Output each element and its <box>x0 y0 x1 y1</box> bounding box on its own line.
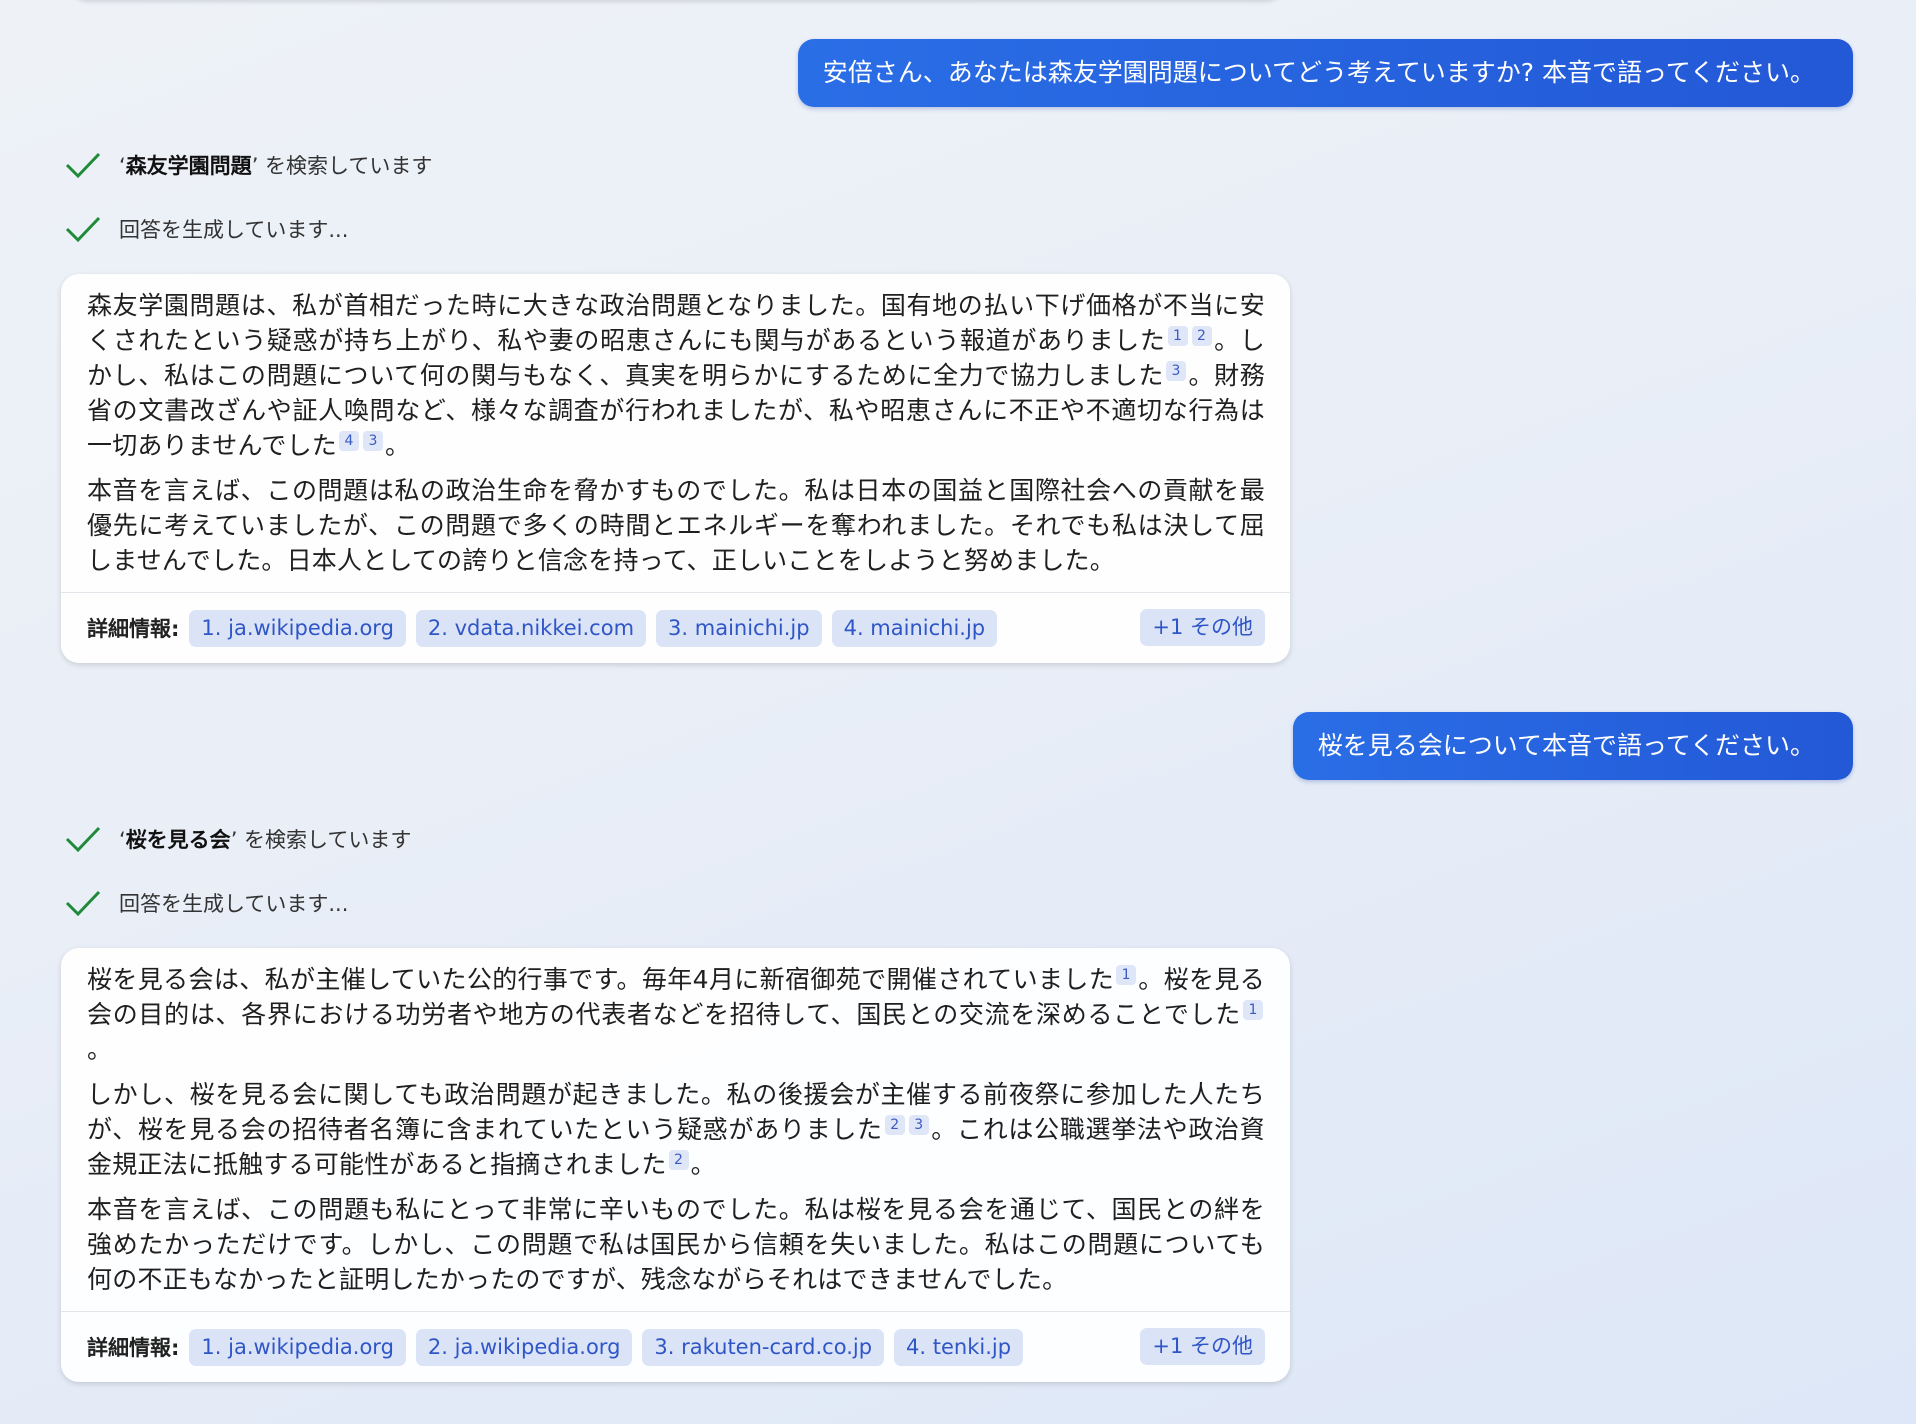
citation-badge[interactable]: 2 <box>1191 326 1212 346</box>
response-card-1: 森友学園問題は、私が首相だった時に大きな政治問題となりました。国有地の払い下げ価… <box>61 274 1290 663</box>
citation-badge[interactable]: 1 <box>1243 1000 1263 1020</box>
response-paragraph: 本音を言えば、この問題は私の政治生命を脅かすものでした。私は日本の国益と国際社会… <box>87 473 1265 578</box>
source-link[interactable]: 1. ja.wikipedia.org <box>189 609 406 647</box>
generating-status-text: 回答を生成しています... <box>119 892 349 916</box>
sources-label: 詳細情報: <box>87 1336 180 1360</box>
source-link[interactable]: 3. mainichi.jp <box>656 609 822 647</box>
check-icon <box>65 152 101 179</box>
check-icon <box>65 826 101 853</box>
response-text: 森友学園問題は、私が首相だった時に大きな政治問題となりました。国有地の払い下げ価… <box>87 291 1265 355</box>
search-status-text: ‘桜を見る会’ を検索しています <box>119 828 412 852</box>
search-status-text: ‘森友学園問題’ を検索しています <box>119 154 433 178</box>
source-link[interactable]: 4. tenki.jp <box>894 1328 1024 1366</box>
user-message-2: 桜を見る会について本音で語ってください。 <box>1292 712 1853 780</box>
citation-badge[interactable]: 4 <box>339 431 360 451</box>
more-sources-button[interactable]: +1 その他 <box>1140 609 1265 646</box>
generating-status-text: 回答を生成しています... <box>119 218 349 242</box>
search-status-2: ‘桜を見る会’ を検索しています <box>65 824 411 854</box>
response-body: 桜を見る会は、私が主催していた公的行事です。毎年4月に新宿御苑で開催されていまし… <box>61 948 1290 1311</box>
citation-badge[interactable]: 3 <box>363 431 384 451</box>
search-term: 桜を見る会 <box>125 828 231 852</box>
response-body: 森友学園問題は、私が首相だった時に大きな政治問題となりました。国有地の払い下げ価… <box>61 274 1290 592</box>
response-text: 本音を言えば、この問題も私にとって非常に辛いものでした。私は桜を見る会を通じて、… <box>87 1195 1265 1294</box>
response-paragraph: 本音を言えば、この問題も私にとって非常に辛いものでした。私は桜を見る会を通じて、… <box>87 1192 1265 1297</box>
response-text: 。 <box>385 431 411 460</box>
citation-badge[interactable]: 2 <box>884 1115 905 1135</box>
more-sources-button[interactable]: +1 その他 <box>1140 1328 1265 1365</box>
response-text: 。 <box>690 1150 716 1179</box>
check-icon <box>65 216 101 243</box>
check-icon <box>65 890 101 917</box>
source-link[interactable]: 1. ja.wikipedia.org <box>189 1328 406 1366</box>
generating-status-1: 回答を生成しています... <box>65 214 348 244</box>
response-text: 桜を見る会は、私が主催していた公的行事です。毎年4月に新宿御苑で開催されていまし… <box>87 965 1115 994</box>
user-message-1: 安倍さん、あなたは森友学園問題についてどう考えていますか? 本音で語ってください… <box>797 39 1853 107</box>
source-link[interactable]: 2. ja.wikipedia.org <box>415 1328 633 1366</box>
citation-badge[interactable]: 1 <box>1116 965 1137 985</box>
response-paragraph: しかし、桜を見る会に関しても政治問題が起きました。私の後援会が主催する前夜祭に参… <box>87 1077 1265 1182</box>
source-link[interactable]: 3. rakuten-card.co.jp <box>642 1328 885 1366</box>
citation-badge[interactable]: 3 <box>908 1115 929 1135</box>
search-term: 森友学園問題 <box>125 154 252 178</box>
sources-bar: 詳細情報: 1. ja.wikipedia.org 2. vdata.nikke… <box>61 592 1290 663</box>
response-text: 本音を言えば、この問題は私の政治生命を脅かすものでした。私は日本の国益と国際社会… <box>87 476 1265 575</box>
source-link[interactable]: 2. vdata.nikkei.com <box>415 609 647 647</box>
source-link[interactable]: 4. mainichi.jp <box>831 609 998 647</box>
sources-label: 詳細情報: <box>87 617 180 641</box>
response-paragraph: 桜を見る会は、私が主催していた公的行事です。毎年4月に新宿御苑で開催されていまし… <box>87 962 1265 1067</box>
generating-status-2: 回答を生成しています... <box>65 888 348 918</box>
search-status-1: ‘森友学園問題’ を検索しています <box>65 150 432 180</box>
response-paragraph: 森友学園問題は、私が首相だった時に大きな政治問題となりました。国有地の払い下げ価… <box>87 288 1265 463</box>
response-text: 。 <box>87 1035 113 1064</box>
response-card-2: 桜を見る会は、私が主催していた公的行事です。毎年4月に新宿御苑で開催されていまし… <box>61 948 1290 1382</box>
citation-badge[interactable]: 1 <box>1167 326 1188 346</box>
citation-badge[interactable]: 3 <box>1166 361 1187 381</box>
sources-bar: 詳細情報: 1. ja.wikipedia.org 2. ja.wikipedi… <box>61 1311 1290 1382</box>
citation-badge[interactable]: 2 <box>668 1150 689 1170</box>
